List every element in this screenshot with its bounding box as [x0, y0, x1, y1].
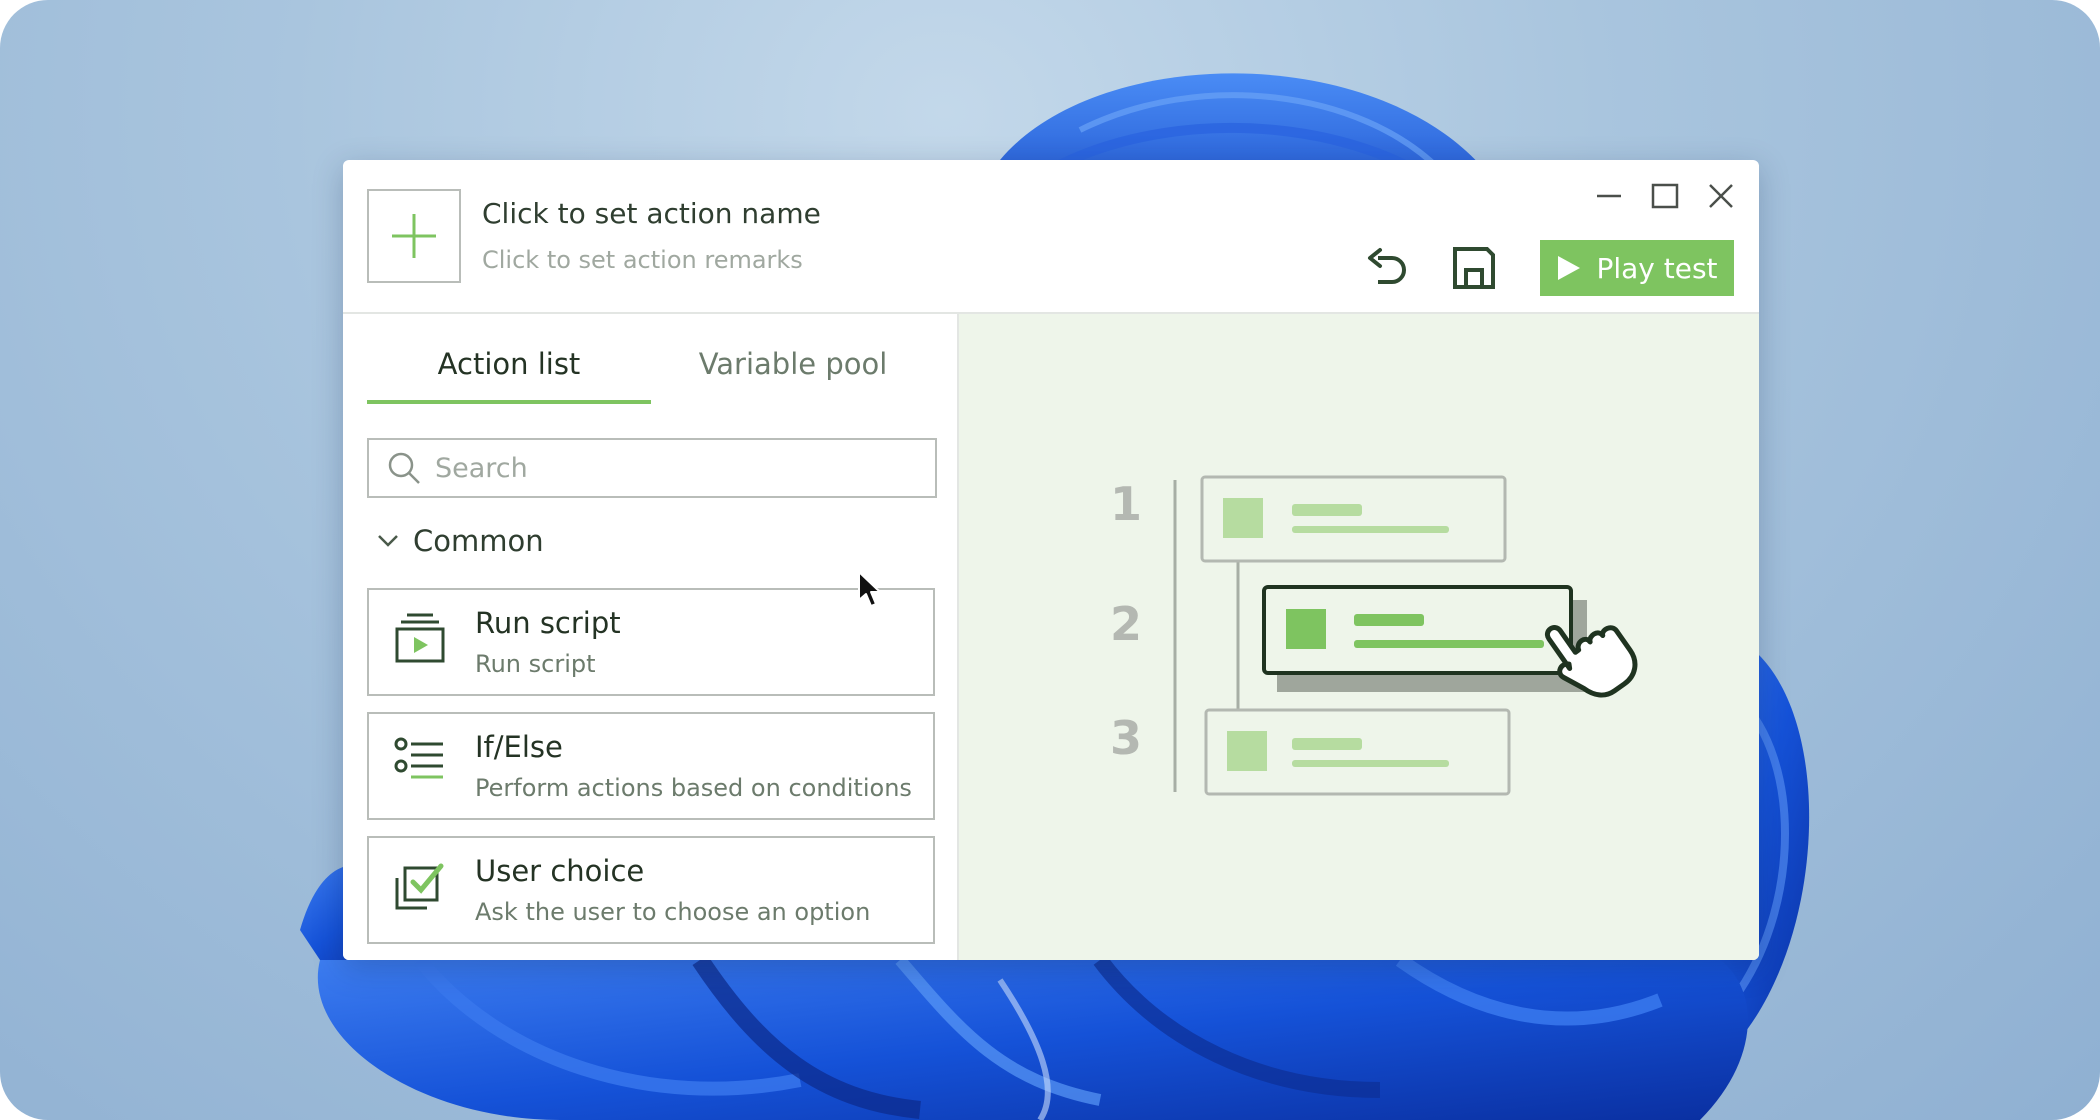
- maximize-icon: [1651, 183, 1679, 209]
- close-icon: [1709, 184, 1733, 208]
- mouse-cursor-icon: [858, 571, 881, 607]
- action-item-title: User choice: [475, 854, 645, 888]
- search-box: [367, 438, 937, 498]
- play-test-button[interactable]: Play test: [1540, 240, 1734, 296]
- save-button[interactable]: [1446, 240, 1502, 296]
- undo-button[interactable]: [1360, 240, 1416, 296]
- search-input[interactable]: [435, 452, 905, 484]
- chevron-down-icon: [378, 535, 398, 547]
- play-test-label: Play test: [1596, 251, 1718, 285]
- user-choice-icon: [395, 863, 444, 910]
- preview-panel: 1 2 3: [959, 314, 1759, 960]
- minimize-icon: [1597, 194, 1621, 198]
- undo-icon: [1368, 248, 1406, 284]
- desktop-background: Click to set action name Click to set ac…: [0, 0, 2100, 1120]
- if-else-icon: [394, 737, 443, 779]
- run-script-icon: [395, 613, 445, 663]
- action-list-panel: Action list Variable pool Common: [343, 314, 959, 960]
- action-item-run-script[interactable]: Run script Run script: [367, 588, 935, 696]
- action-item-user-choice[interactable]: User choice Ask the user to choose an op…: [367, 836, 935, 944]
- action-item-description: Perform actions based on conditions: [475, 774, 912, 802]
- action-item-description: Ask the user to choose an option: [475, 898, 871, 926]
- tab-action-list[interactable]: Action list: [367, 334, 651, 404]
- minimize-button[interactable]: [1589, 176, 1629, 216]
- action-icon-picker[interactable]: [367, 189, 461, 283]
- tab-variable-pool[interactable]: Variable pool: [651, 334, 935, 404]
- action-remarks-field[interactable]: Click to set action remarks: [482, 246, 803, 274]
- step-number: 1: [1110, 477, 1142, 531]
- action-item-description: Run script: [475, 650, 596, 678]
- action-item-title: If/Else: [475, 730, 563, 764]
- flow-illustration: 1 2 3: [1110, 475, 1638, 796]
- close-button[interactable]: [1701, 176, 1741, 216]
- group-label: Common: [413, 524, 544, 558]
- action-item-if-else[interactable]: If/Else Perform actions based on conditi…: [367, 712, 935, 820]
- play-icon: [1558, 256, 1581, 280]
- window-header: Click to set action name Click to set ac…: [343, 160, 1759, 314]
- action-item-title: Run script: [475, 606, 621, 640]
- action-editor-window: Click to set action name Click to set ac…: [343, 160, 1759, 960]
- plus-icon: [392, 214, 436, 258]
- step-number: 2: [1110, 597, 1142, 651]
- save-icon: [1453, 247, 1495, 289]
- search-icon: [388, 452, 420, 484]
- maximize-button[interactable]: [1645, 176, 1685, 216]
- action-name-field[interactable]: Click to set action name: [482, 197, 821, 230]
- step-number: 3: [1110, 711, 1142, 765]
- group-common-toggle[interactable]: Common: [377, 524, 544, 558]
